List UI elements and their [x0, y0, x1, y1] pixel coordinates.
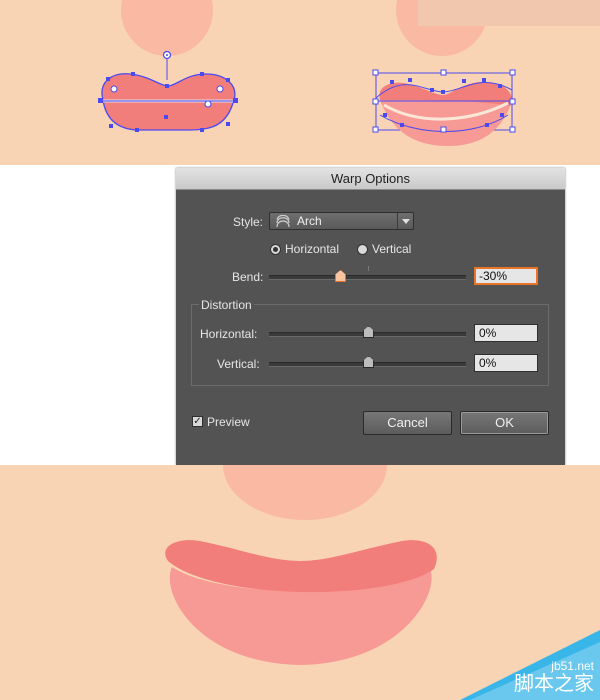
bend-slider-thumb[interactable] — [335, 270, 346, 282]
distortion-title: Distortion — [199, 298, 254, 312]
site-watermark: jb51.net 脚本之家 — [460, 630, 600, 700]
ok-button[interactable]: OK — [460, 411, 549, 435]
cancel-button[interactable]: Cancel — [363, 411, 452, 435]
dialog-title: Warp Options — [176, 168, 565, 190]
bend-value-field[interactable]: -30% — [474, 267, 538, 285]
bend-label: Bend: — [232, 270, 264, 284]
watermark-name: 脚本之家 — [514, 671, 594, 695]
style-dropdown[interactable]: Arch — [269, 212, 414, 230]
distortion-vertical-label: Vertical: — [217, 357, 260, 371]
vertical-radio-label[interactable]: Vertical — [372, 242, 411, 256]
preview-checkbox[interactable]: ✓ — [192, 416, 203, 427]
top-artboard — [0, 0, 600, 165]
bend-center-tick — [368, 266, 369, 271]
distortion-horizontal-field[interactable]: 0% — [474, 324, 538, 342]
horizontal-radio-label[interactable]: Horizontal — [285, 242, 339, 256]
horizontal-radio[interactable] — [270, 244, 281, 255]
artboard-corner — [418, 0, 600, 26]
bend-slider-track[interactable] — [269, 275, 466, 280]
distortion-group — [191, 304, 549, 386]
style-label: Style: — [233, 215, 264, 229]
style-value: Arch — [297, 214, 322, 228]
arch-warp-icon — [276, 215, 290, 228]
vertical-radio[interactable] — [357, 244, 368, 255]
distortion-vertical-field[interactable]: 0% — [474, 354, 538, 372]
warp-options-dialog: Warp Options Style: Arch Horizontal Vert… — [176, 168, 565, 465]
chevron-down-icon[interactable] — [397, 213, 413, 229]
distortion-horizontal-label: Horizontal: — [200, 327, 258, 341]
preview-label[interactable]: Preview — [207, 415, 250, 429]
